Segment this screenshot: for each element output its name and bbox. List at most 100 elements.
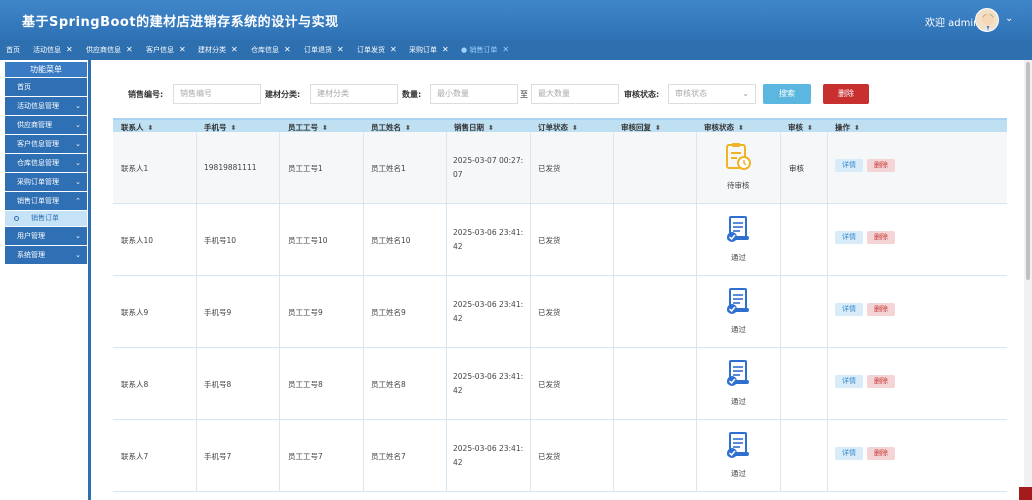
column-divider	[363, 276, 364, 347]
sort-icon[interactable]: ⬍	[405, 124, 411, 132]
sidebar-item-users[interactable]: 用户管理 ⌄	[5, 227, 87, 245]
column-divider	[363, 204, 364, 275]
column-divider	[196, 132, 197, 203]
detail-button[interactable]: 详情	[835, 303, 863, 316]
qty-min-input[interactable]: 最小数量	[430, 84, 518, 104]
close-icon[interactable]: ✕	[337, 45, 344, 54]
sidebar-item-purchase[interactable]: 采购订单管理 ⌄	[5, 173, 87, 191]
row-delete-button[interactable]: 删除	[867, 231, 895, 244]
qty-max-input[interactable]: 最大数量	[531, 84, 619, 104]
sort-icon[interactable]: ⬍	[322, 124, 328, 132]
detail-button[interactable]: 详情	[835, 231, 863, 244]
column-divider	[279, 348, 280, 419]
audit-status-select[interactable]: 审核状态 ⌄	[668, 84, 756, 104]
document-check-icon	[724, 358, 752, 388]
cell-emp-no: 员工工号8	[288, 380, 323, 389]
row-delete-button[interactable]: 删除	[867, 375, 895, 388]
avatar[interactable]	[975, 8, 999, 32]
cell-order-status: 已发货	[538, 164, 561, 173]
sidebar-item-system[interactable]: 系统管理 ⌄	[5, 246, 87, 264]
audit-status-text: 通过	[731, 325, 746, 334]
detail-button[interactable]: 详情	[835, 447, 863, 460]
tab-purchase[interactable]: 采购订单 ✕	[409, 45, 449, 57]
column-divider	[696, 132, 697, 203]
close-icon[interactable]: ✕	[284, 45, 291, 54]
column-divider	[827, 420, 828, 491]
tab-sales-order[interactable]: ● 销售订单 ✕	[461, 45, 509, 57]
tab-warehouse[interactable]: 仓库信息 ✕	[251, 45, 291, 57]
qty-to-label: 至	[520, 90, 528, 99]
close-icon[interactable]: ✕	[442, 45, 449, 54]
close-icon[interactable]: ✕	[231, 45, 238, 54]
cell-contact: 联系人9	[121, 308, 149, 317]
tab-return[interactable]: 订单退货 ✕	[304, 45, 344, 57]
delete-button[interactable]: 删除	[823, 84, 869, 104]
chevron-down-icon: ⌄	[75, 178, 81, 186]
chevron-down-icon: ⌄	[75, 102, 81, 110]
cell-sale-date: 2025-03-06 23:41:42	[453, 228, 524, 251]
scrollbar-thumb[interactable]	[1026, 62, 1030, 280]
cell-order-status: 已发货	[538, 308, 561, 317]
tab-home[interactable]: 首页	[6, 45, 20, 57]
close-icon[interactable]: ✕	[390, 45, 397, 54]
document-check-icon	[724, 286, 752, 316]
column-divider	[196, 420, 197, 491]
document-check-icon	[724, 430, 752, 460]
sidebar-item-warehouse[interactable]: 仓库信息管理 ⌄	[5, 154, 87, 172]
close-icon[interactable]: ✕	[126, 45, 133, 54]
cell-emp-name: 员工姓名1	[371, 164, 406, 173]
tab-supplier[interactable]: 供应商信息 ✕	[86, 45, 133, 57]
sort-icon[interactable]: ⬍	[807, 124, 813, 132]
sort-icon[interactable]: ⬍	[572, 124, 578, 132]
column-divider	[530, 420, 531, 491]
sort-icon[interactable]: ⬍	[854, 124, 860, 132]
cell-emp-no: 员工工号1	[288, 164, 323, 173]
cell-contact: 联系人7	[121, 452, 149, 461]
column-divider	[613, 276, 614, 347]
category-input[interactable]: 建材分类	[310, 84, 398, 104]
cell-emp-no: 员工工号7	[288, 452, 323, 461]
cell-contact: 联系人10	[121, 236, 154, 245]
audit-status-label: 审核状态:	[624, 90, 660, 99]
column-divider	[827, 204, 828, 275]
sidebar-subitem-sales-order[interactable]: 销售订单	[5, 211, 87, 226]
sidebar-item-sales[interactable]: 销售订单管理 ⌃	[5, 192, 87, 210]
cell-emp-name: 员工姓名7	[371, 452, 406, 461]
close-icon[interactable]: ✕	[179, 45, 186, 54]
chevron-down-icon[interactable]: ⌄	[1005, 13, 1013, 24]
search-button[interactable]: 搜索	[763, 84, 811, 104]
category-label: 建材分类:	[265, 90, 301, 99]
cell-phone: 手机号9	[204, 308, 232, 317]
column-divider	[696, 276, 697, 347]
cell-phone: 手机号7	[204, 452, 232, 461]
sidebar-item-supplier[interactable]: 供应商管理 ⌄	[5, 116, 87, 134]
tab-category[interactable]: 建材分类 ✕	[198, 45, 238, 57]
chevron-down-icon: ⌄	[75, 232, 81, 240]
chevron-down-icon: ⌄	[75, 251, 81, 259]
row-delete-button[interactable]: 删除	[867, 447, 895, 460]
tab-activity[interactable]: 活动信息 ✕	[33, 45, 73, 57]
close-icon[interactable]: ✕	[502, 45, 509, 54]
detail-button[interactable]: 详情	[835, 375, 863, 388]
cell-order-status: 已发货	[538, 236, 561, 245]
tab-shipping[interactable]: 订单发货 ✕	[357, 45, 397, 57]
column-divider	[780, 348, 781, 419]
sort-icon[interactable]: ⬍	[655, 124, 661, 132]
sort-icon[interactable]: ⬍	[738, 124, 744, 132]
row-delete-button[interactable]: 删除	[867, 159, 895, 172]
sidebar-item-customer[interactable]: 客户信息管理 ⌄	[5, 135, 87, 153]
detail-button[interactable]: 详情	[835, 159, 863, 172]
cell-emp-no: 员工工号9	[288, 308, 323, 317]
sidebar-item-activity[interactable]: 活动信息管理 ⌄	[5, 97, 87, 115]
sidebar-item-home[interactable]: 首页	[5, 78, 87, 96]
close-icon[interactable]: ✕	[66, 45, 73, 54]
audit-link[interactable]: 审核	[789, 163, 804, 174]
row-delete-button[interactable]: 删除	[867, 303, 895, 316]
column-divider	[363, 132, 364, 203]
column-divider	[279, 420, 280, 491]
sort-icon[interactable]: ⬍	[488, 124, 494, 132]
sort-icon[interactable]: ⬍	[231, 124, 237, 132]
sort-icon[interactable]: ⬍	[148, 124, 154, 132]
tab-customer[interactable]: 客户信息 ✕	[146, 45, 186, 57]
sale-no-input[interactable]: 销售编号	[173, 84, 261, 104]
